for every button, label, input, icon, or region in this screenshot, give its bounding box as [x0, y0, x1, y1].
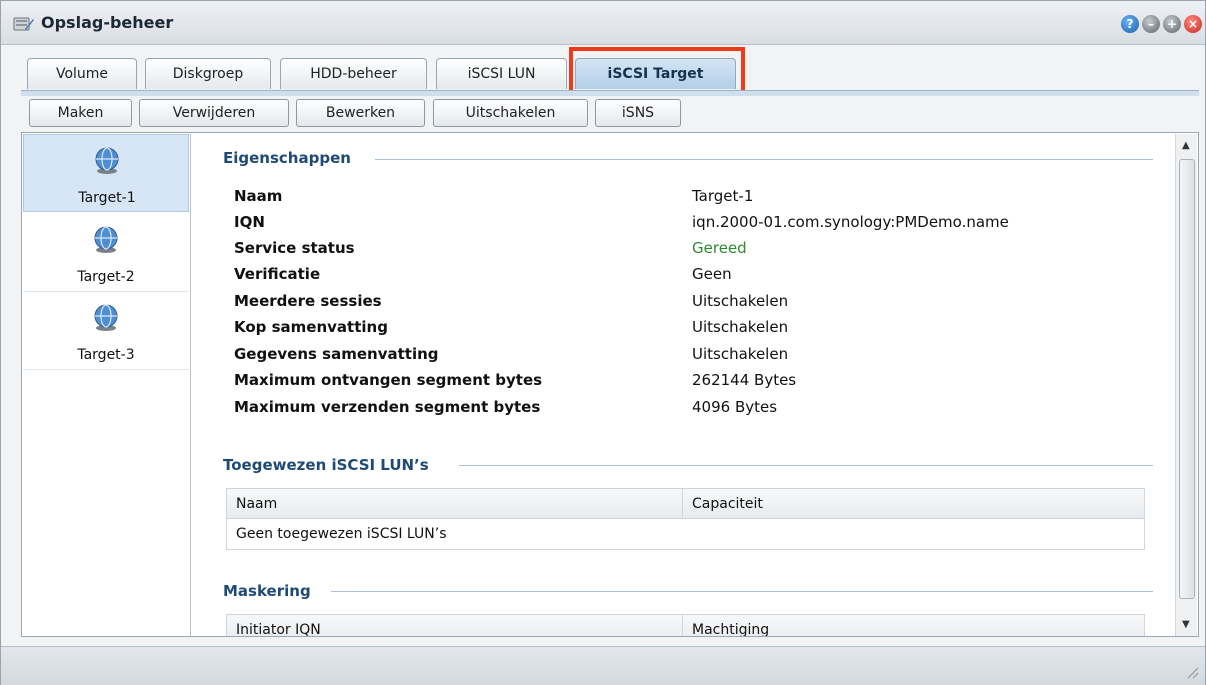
prop-label-header-digest: Kop samenvatting	[234, 318, 388, 336]
column-header-name[interactable]: Naam	[227, 489, 682, 519]
prop-value-data-digest: Uitschakelen	[692, 345, 789, 363]
section-title-masking: Maskering	[223, 582, 311, 600]
section-divider	[459, 465, 1153, 466]
prop-label-multiple-sessions: Meerdere sessies	[234, 292, 382, 310]
prop-value-iqn: iqn.2000-01.com.synology:PMDemo.name	[692, 213, 1009, 231]
prop-value-service-status: Gereed	[692, 239, 747, 257]
prop-label-max-recv-bytes: Maximum ontvangen segment bytes	[234, 371, 543, 389]
prop-value-name: Target-1	[692, 187, 754, 205]
table-header: Naam Capaciteit	[227, 489, 1144, 519]
target-list: Target-1 Target-2 Target-3	[23, 134, 191, 636]
scroll-thumb[interactable]	[1179, 159, 1195, 599]
prop-label-data-digest: Gegevens samenvatting	[234, 345, 439, 363]
table-header: Initiator IQN Machtiging	[227, 615, 1144, 636]
section-divider	[375, 159, 1153, 160]
assigned-luns-table: Naam Capaciteit Geen toegewezen iSCSI LU…	[226, 488, 1145, 550]
scroll-up-icon[interactable]: ▲	[1182, 140, 1190, 151]
maximize-icon[interactable]: +	[1163, 15, 1181, 33]
tab-iscsi-lun[interactable]: iSCSI LUN	[436, 58, 567, 89]
create-button[interactable]: Maken	[29, 99, 132, 127]
prop-value-verification: Geen	[692, 265, 732, 283]
globe-icon	[94, 304, 118, 331]
tab-diskgroep[interactable]: Diskgroep	[145, 58, 271, 89]
target-item[interactable]: Target-1	[23, 134, 189, 212]
column-header-permission[interactable]: Machtiging	[683, 615, 1143, 636]
isns-button[interactable]: iSNS	[595, 99, 681, 127]
prop-label-verification: Verificatie	[234, 265, 321, 283]
prop-value-multiple-sessions: Uitschakelen	[692, 292, 789, 310]
section-title-properties: Eigenschappen	[223, 149, 351, 167]
masking-table: Initiator IQN Machtiging	[226, 614, 1145, 636]
target-item[interactable]: Target-2	[23, 214, 189, 292]
prop-value-max-recv-bytes: 262144 Bytes	[692, 371, 797, 389]
prop-value-header-digest: Uitschakelen	[692, 318, 789, 336]
storage-manager-window: Opslag-beheer ? – + × Volume Diskgroep H…	[0, 0, 1206, 685]
tab-hdd-beheer[interactable]: HDD-beheer	[280, 58, 427, 89]
prop-label-name: Naam	[234, 187, 283, 205]
close-icon[interactable]: ×	[1184, 15, 1202, 33]
tab-volume[interactable]: Volume	[27, 58, 137, 89]
help-icon[interactable]: ?	[1121, 15, 1139, 33]
resize-grip-icon[interactable]	[1185, 665, 1199, 679]
empty-table-message: Geen toegewezen iSCSI LUN’s	[236, 526, 447, 542]
section-title-assigned-luns: Toegewezen iSCSI LUN’s	[223, 456, 429, 474]
tab-underline	[21, 90, 1199, 96]
column-header-capacity[interactable]: Capaciteit	[683, 489, 1143, 519]
highlight-annotation	[569, 47, 745, 95]
vertical-scrollbar[interactable]: ▲ ▼	[1175, 134, 1197, 636]
section-divider	[331, 591, 1153, 592]
target-item[interactable]: Target-3	[23, 292, 189, 370]
storage-manager-icon	[13, 17, 34, 31]
window-title: Opslag-beheer	[41, 13, 174, 32]
details-panel: Eigenschappen Naam Target-1 IQN iqn.2000…	[197, 134, 1173, 636]
target-label: Target-2	[77, 269, 135, 285]
delete-button[interactable]: Verwijderen	[139, 99, 289, 127]
target-label: Target-3	[77, 347, 135, 363]
target-label: Target-1	[78, 190, 136, 206]
prop-label-service-status: Service status	[234, 239, 355, 257]
globe-icon	[95, 147, 119, 174]
edit-button[interactable]: Bewerken	[296, 99, 425, 127]
prop-label-max-send-bytes: Maximum verzenden segment bytes	[234, 398, 541, 416]
prop-value-max-send-bytes: 4096 Bytes	[692, 398, 778, 416]
minimize-icon[interactable]: –	[1142, 15, 1160, 33]
column-header-initiator-iqn[interactable]: Initiator IQN	[227, 615, 682, 636]
title-bar: Opslag-beheer ? – + ×	[1, 1, 1205, 45]
disable-button[interactable]: Uitschakelen	[433, 99, 588, 127]
table-row: Geen toegewezen iSCSI LUN’s	[227, 519, 1144, 549]
scroll-down-icon[interactable]: ▼	[1182, 619, 1190, 630]
prop-label-iqn: IQN	[234, 213, 265, 231]
globe-icon	[94, 226, 118, 253]
status-bar	[1, 646, 1205, 685]
